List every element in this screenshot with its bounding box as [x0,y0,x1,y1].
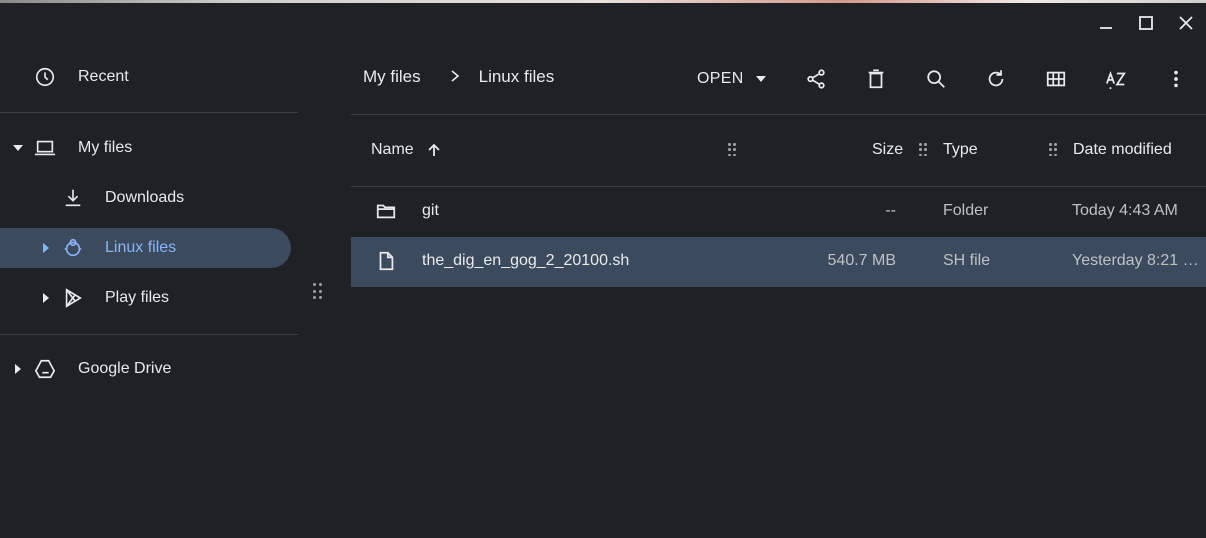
file-list: Name Size Type Date modified git -- Fold… [351,115,1206,287]
share-icon [807,69,825,89]
more-options-button[interactable] [1161,64,1191,94]
column-resize-handle[interactable] [1049,143,1057,157]
file-icon [375,250,399,274]
open-button-label: OPEN [697,70,744,87]
sidebar-divider [0,334,298,335]
chevron-right-icon[interactable] [12,363,24,375]
minimize-button[interactable] [1086,3,1126,43]
sort-button[interactable] [1101,64,1131,94]
delete-icon [868,69,884,89]
column-header-type[interactable]: Type [943,141,978,159]
maximize-button[interactable] [1126,3,1166,43]
grid-view-button[interactable] [1041,64,1071,94]
sidebar-item-play-files[interactable]: Play files [0,278,291,318]
column-header-size[interactable]: Size [872,141,903,159]
maximize-icon [1139,16,1153,30]
window-controls [1086,3,1206,43]
sidebar-item-label: My files [78,139,133,156]
laptop-icon [33,136,57,160]
delete-button[interactable] [861,64,891,94]
refresh-icon [988,70,1004,87]
file-row[interactable]: the_dig_en_gog_2_20100.sh 540.7 MB SH fi… [351,237,1206,287]
download-icon [61,186,85,210]
column-header-date[interactable]: Date modified [1073,141,1172,159]
list-header: Name Size Type Date modified [351,115,1206,187]
minimize-icon [1100,27,1112,29]
sidebar-item-my-files[interactable]: My files [0,128,291,168]
sidebar-resize-handle[interactable] [313,283,323,301]
penguin-icon [61,236,85,260]
chevron-right-icon[interactable] [40,292,52,304]
close-icon [1179,16,1193,30]
sort-az-icon [1106,70,1126,90]
folder-icon [375,200,399,224]
sidebar-item-google-drive[interactable]: Google Drive [0,349,291,389]
sidebar-item-linux-files[interactable]: Linux files [0,228,291,268]
breadcrumb: My files Linux files [363,67,554,87]
file-type: SH file [943,252,991,269]
file-date: Today 4:43 AM [1072,202,1178,219]
clock-icon [33,65,57,89]
sidebar-item-label: Downloads [105,189,185,206]
refresh-button[interactable] [981,64,1011,94]
share-button[interactable] [801,64,831,94]
file-date: Yesterday 8:21 PM [1072,252,1206,269]
close-button[interactable] [1166,3,1206,43]
breadcrumb-current[interactable]: Linux files [479,67,555,87]
column-header-name[interactable]: Name [371,141,414,159]
sidebar-item-label: Play files [105,289,170,306]
files-app-window: Recent My files Downloads Linux files Pl… [0,3,1206,538]
arrow-up-icon[interactable] [426,142,442,163]
chevron-right-icon[interactable] [40,242,52,254]
toolbar: My files Linux files OPEN [351,43,1206,115]
more-vert-icon [1174,70,1178,88]
file-size: 540.7 MB [827,252,896,269]
file-name: the_dig_en_gog_2_20100.sh [422,252,630,269]
search-icon [927,70,945,88]
sidebar-item-downloads[interactable]: Downloads [0,178,291,218]
sidebar-item-recent[interactable]: Recent [0,57,291,97]
file-row[interactable]: git -- Folder Today 4:43 AM [351,187,1206,237]
open-button[interactable]: OPEN [697,63,766,95]
sidebar-item-label: Recent [78,68,129,85]
caret-down-icon [755,76,766,82]
chevron-right-icon [449,67,461,87]
sidebar-item-label: Linux files [105,239,177,256]
column-resize-handle[interactable] [728,143,736,157]
file-size: -- [885,202,896,219]
sidebar: Recent My files Downloads Linux files Pl… [0,43,298,538]
sidebar-item-label: Google Drive [78,360,172,377]
file-type: Folder [943,202,989,219]
column-resize-handle[interactable] [919,143,927,157]
chevron-down-icon[interactable] [12,142,24,154]
search-button[interactable] [921,64,951,94]
sidebar-divider [0,112,298,113]
file-name: git [422,202,439,219]
grid-view-icon [1046,71,1066,87]
breadcrumb-root[interactable]: My files [363,67,421,87]
play-store-icon [61,286,85,310]
drive-icon [33,357,57,381]
